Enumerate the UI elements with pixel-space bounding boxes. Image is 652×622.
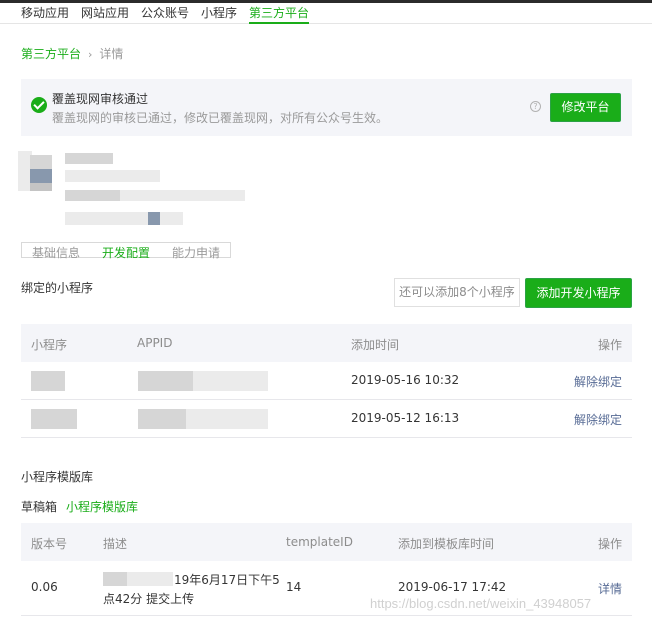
breadcrumb-current: 详情 — [99, 47, 124, 61]
template-table-header: 版本号 描述 templateID 添加到模板库时间 操作 — [21, 523, 632, 561]
redacted-block — [65, 190, 120, 201]
unbind-link[interactable]: 解除绑定 — [574, 373, 622, 390]
add-dev-miniprogram-button[interactable]: 添加开发小程序 — [525, 278, 632, 308]
table-row: 2019-05-16 10:32 解除绑定 — [21, 362, 632, 400]
redacted-description-prefix — [103, 572, 127, 586]
nav-third-party-platform[interactable]: 第三方平台 — [249, 4, 310, 24]
unbind-link[interactable]: 解除绑定 — [574, 411, 622, 428]
version-number: 0.06 — [31, 580, 58, 594]
tab-capability-apply[interactable]: 能力申请 — [172, 244, 220, 261]
nav-website-apps[interactable]: 网站应用 — [81, 4, 129, 21]
modify-platform-button[interactable]: 修改平台 — [550, 93, 621, 122]
bound-table-header: 小程序 APPID 添加时间 操作 — [21, 324, 632, 362]
redacted-block — [30, 183, 52, 191]
review-status-notice: 覆盖现网审核通过 覆盖现网的审核已通过，修改已覆盖现网，对所有公众号生效。 ? … — [21, 79, 632, 136]
template-subtabs: 草稿箱 小程序模版库 — [21, 498, 147, 515]
col-added-to-library-time: 添加到模板库时间 — [398, 537, 495, 551]
col-template-id: templateID — [286, 535, 353, 549]
template-library-title: 小程序模版库 — [21, 470, 94, 484]
template-id: 14 — [286, 580, 302, 594]
col-added-time: 添加时间 — [351, 338, 400, 352]
detail-tabs: 基础信息 开发配置 能力申请 — [21, 242, 231, 261]
detail-link[interactable]: 详情 — [598, 580, 622, 597]
tab-dev-config[interactable]: 开发配置 — [102, 244, 150, 261]
watermark: https://blog.csdn.net/weixin_43948057 — [370, 596, 592, 611]
redacted-block — [30, 155, 52, 169]
col-miniprogram: 小程序 — [31, 338, 68, 352]
col-appid: APPID — [137, 336, 173, 350]
col-action: 操作 — [597, 338, 622, 352]
description-line-2: 点42分 提交上传 — [103, 592, 195, 606]
breadcrumb-separator: › — [88, 48, 93, 61]
col-description: 描述 — [103, 537, 128, 551]
breadcrumb-parent-link[interactable]: 第三方平台 — [21, 47, 81, 61]
success-check-icon — [31, 97, 47, 113]
nav-mini-programs[interactable]: 小程序 — [201, 4, 237, 21]
col-action: 操作 — [597, 537, 622, 551]
redacted-miniprogram-name — [31, 409, 77, 429]
nav-mobile-apps[interactable]: 移动应用 — [21, 4, 69, 21]
redacted-miniprogram-name — [31, 371, 65, 391]
help-icon[interactable]: ? — [530, 101, 541, 112]
redacted-block — [148, 212, 160, 225]
tab-drafts[interactable]: 草稿箱 — [21, 500, 57, 514]
top-navigation: 移动应用 网站应用 公众账号 小程序 第三方平台 — [0, 3, 652, 24]
added-time: 2019-05-16 10:32 — [351, 373, 460, 387]
remaining-quota-hint: 还可以添加8个小程序 — [394, 278, 520, 307]
bound-miniprogram-title: 绑定的小程序 — [21, 281, 94, 295]
added-time: 2019-05-12 16:13 — [351, 411, 460, 425]
redacted-block — [65, 153, 113, 164]
notice-title: 覆盖现网审核通过 — [52, 92, 149, 106]
redacted-block — [65, 170, 160, 182]
redacted-appid — [138, 409, 186, 429]
table-row: 2019-05-12 16:13 解除绑定 — [21, 400, 632, 438]
notice-description: 覆盖现网的审核已通过，修改已覆盖现网，对所有公众号生效。 — [52, 111, 389, 125]
nav-official-accounts[interactable]: 公众账号 — [141, 4, 189, 21]
added-to-library-time: 2019-06-17 17:42 — [398, 580, 507, 594]
redacted-block — [65, 212, 183, 225]
redacted-appid — [138, 371, 193, 391]
redacted-block — [30, 169, 52, 183]
tab-basic-info[interactable]: 基础信息 — [32, 244, 80, 261]
tab-template-library[interactable]: 小程序模版库 — [66, 500, 138, 514]
col-version: 版本号 — [31, 537, 68, 551]
breadcrumb: 第三方平台 › 详情 — [21, 45, 123, 62]
description-line-1: 19年6月17日下午5 — [174, 573, 280, 587]
